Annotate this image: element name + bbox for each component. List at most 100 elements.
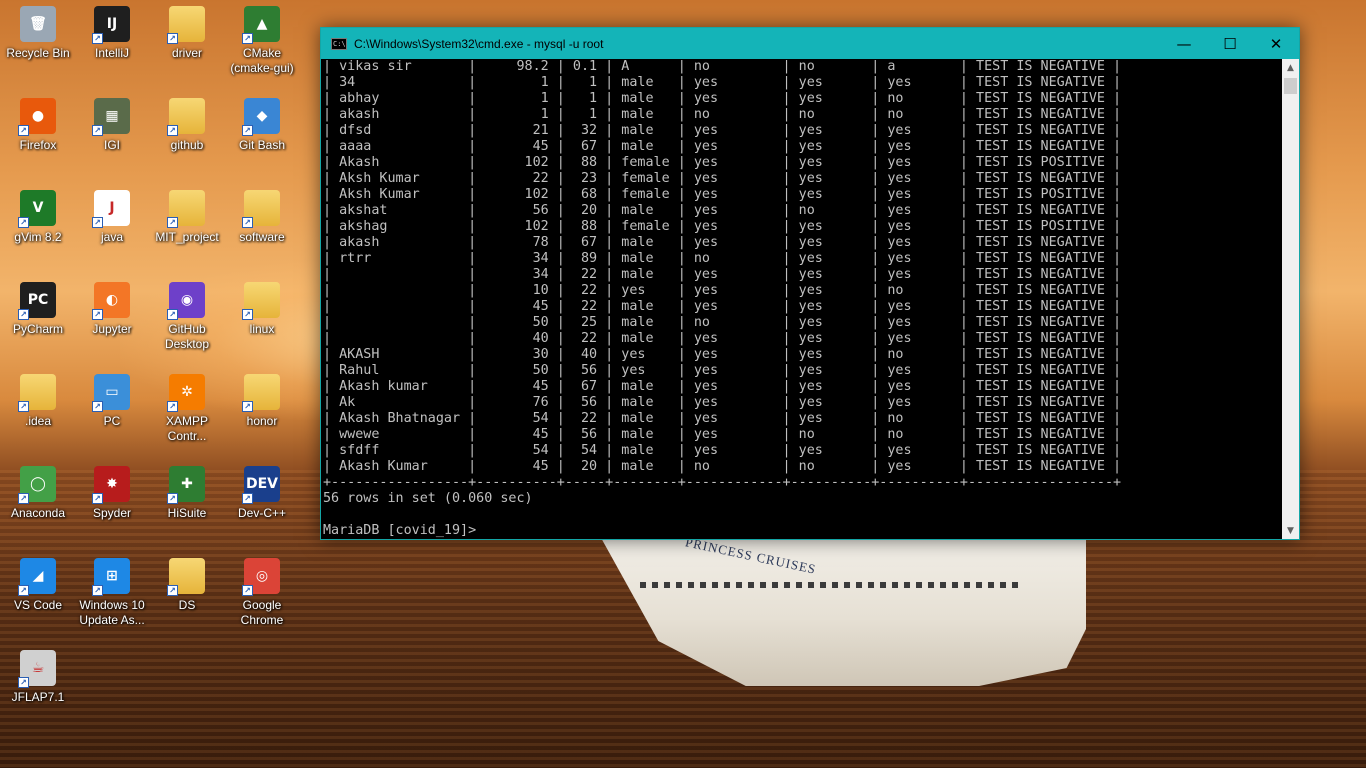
desktop-icon[interactable]: DEV ↗ Dev-C++ <box>224 466 300 521</box>
anaconda-icon: ◯ ↗ <box>18 466 56 504</box>
desktop-icon[interactable]: ◎ ↗ Google Chrome <box>224 558 300 628</box>
desktop-icon-label: honor <box>246 414 278 428</box>
desktop-icon-label: gVim 8.2 <box>14 230 62 244</box>
desktop-icon[interactable]: ☕ ↗ JFLAP7.1 <box>0 650 76 705</box>
command-prompt[interactable]: MariaDB [covid_19]> <box>323 523 1283 539</box>
desktop-icon[interactable]: ↗ honor <box>224 374 300 429</box>
shortcut-arrow-icon: ↗ <box>242 33 253 44</box>
close-button[interactable]: ✕ <box>1253 28 1299 59</box>
jflap-icon: ☕ ↗ <box>18 650 56 688</box>
maximize-button[interactable]: ☐ <box>1207 28 1253 59</box>
table-row: | akash | 78 | 67 | male | yes | yes | y… <box>323 235 1122 250</box>
shortcut-arrow-icon: ↗ <box>242 585 253 596</box>
shortcut-arrow-icon: ↗ <box>18 677 29 688</box>
table-row: | abhay | 1 | 1 | male | yes | yes | no … <box>323 91 1122 106</box>
pc-icon: ▭ ↗ <box>92 374 130 412</box>
shortcut-arrow-icon: ↗ <box>92 401 103 412</box>
folder-icon: ↗ <box>242 282 280 320</box>
desktop-icon[interactable]: ↗ .idea <box>0 374 76 429</box>
github-desktop-icon: ◉ ↗ <box>167 282 205 320</box>
firefox-icon: ● ↗ <box>18 98 56 136</box>
folder-icon: ↗ <box>242 374 280 412</box>
desktop-icon-label: driver <box>171 46 202 60</box>
desktop-icon[interactable]: ✲ ↗ XAMPP Contr... <box>149 374 225 444</box>
desktop-icon[interactable]: ◢ ↗ VS Code <box>0 558 76 613</box>
shortcut-arrow-icon: ↗ <box>92 217 103 228</box>
minimize-button[interactable]: — <box>1161 28 1207 59</box>
shortcut-arrow-icon: ↗ <box>92 309 103 320</box>
shortcut-arrow-icon: ↗ <box>18 585 29 596</box>
table-row: | akash | 1 | 1 | male | no | no | no | … <box>323 107 1122 122</box>
windows-update-icon: ⊞ ↗ <box>92 558 130 596</box>
desktop-icon[interactable]: PC ↗ PyCharm <box>0 282 76 337</box>
window-title: C:\Windows\System32\cmd.exe - mysql -u r… <box>354 36 604 51</box>
desktop-icon[interactable]: ◉ ↗ GitHub Desktop <box>149 282 225 352</box>
desktop-icon-label: IntelliJ <box>94 46 129 60</box>
desktop-icon-label: JFLAP7.1 <box>11 690 65 704</box>
desktop-icon[interactable]: ↗ software <box>224 190 300 245</box>
scroll-up-icon[interactable]: ▲ <box>1282 59 1299 76</box>
desktop-icon[interactable]: ◆ ↗ Git Bash <box>224 98 300 153</box>
devcpp-icon: DEV ↗ <box>242 466 280 504</box>
desktop-icon[interactable]: ▭ ↗ PC <box>74 374 150 429</box>
desktop-icon[interactable]: ↗ MIT_project <box>149 190 225 245</box>
desktop-icon[interactable]: V ↗ gVim 8.2 <box>0 190 76 245</box>
desktop-icon-label: Firefox <box>19 138 57 152</box>
folder-icon: ↗ <box>167 98 205 136</box>
folder-icon: ↗ <box>167 6 205 44</box>
desktop-icon-label: VS Code <box>13 598 63 612</box>
desktop-icon[interactable]: J ↗ java <box>74 190 150 245</box>
table-border: +-----------------+----------+-----+----… <box>323 475 1122 490</box>
desktop-icon[interactable]: ◐ ↗ Jupyter <box>74 282 150 337</box>
table-row: | akshat | 56 | 20 | male | yes | no | y… <box>323 203 1122 218</box>
shortcut-arrow-icon: ↗ <box>18 217 29 228</box>
desktop-icon[interactable]: ↗ DS <box>149 558 225 613</box>
shortcut-arrow-icon: ↗ <box>242 217 253 228</box>
shortcut-arrow-icon: ↗ <box>92 585 103 596</box>
table-row: | | 10 | 22 | yes | yes | yes | no | TES… <box>323 283 1122 298</box>
desktop-icon[interactable]: ◯ ↗ Anaconda <box>0 466 76 521</box>
cmd-window[interactable]: C:\ C:\Windows\System32\cmd.exe - mysql … <box>320 27 1300 540</box>
table-row: | | 40 | 22 | male | yes | yes | yes | T… <box>323 331 1122 346</box>
desktop-icon-label: DS <box>178 598 196 612</box>
desktop-icon[interactable]: ↗ driver <box>149 6 225 61</box>
desktop-icon[interactable]: 🗑 Recycle Bin <box>0 6 76 61</box>
desktop-icon-label: Anaconda <box>10 506 66 520</box>
vertical-scrollbar[interactable]: ▲ ▼ <box>1282 59 1299 539</box>
table-row: | wwewe | 45 | 56 | male | yes | no | no… <box>323 427 1122 442</box>
java-icon: J ↗ <box>92 190 130 228</box>
table-row: | dfsd | 21 | 32 | male | yes | yes | ye… <box>323 123 1122 138</box>
desktop-icon[interactable]: IJ ↗ IntelliJ <box>74 6 150 61</box>
table-row: | Rahul | 50 | 56 | yes | yes | yes | ye… <box>323 363 1122 378</box>
shortcut-arrow-icon: ↗ <box>167 33 178 44</box>
scroll-down-icon[interactable]: ▼ <box>1282 522 1299 539</box>
desktop-icon-label: PyCharm <box>12 322 63 336</box>
desktop-icon[interactable]: ✸ ↗ Spyder <box>74 466 150 521</box>
shortcut-arrow-icon: ↗ <box>167 217 178 228</box>
window-titlebar[interactable]: C:\ C:\Windows\System32\cmd.exe - mysql … <box>321 28 1299 59</box>
table-row: | akshag | 102 | 88 | female | yes | yes… <box>323 219 1122 234</box>
desktop-icon-label: Google Chrome <box>240 598 284 627</box>
desktop-icon[interactable]: ▦ ↗ IGI <box>74 98 150 153</box>
table-row: | 34 | 1 | 1 | male | yes | yes | yes | … <box>323 75 1122 90</box>
desktop-icon-label: IGI <box>103 138 120 152</box>
desktop-icon[interactable]: ✚ ↗ HiSuite <box>149 466 225 521</box>
desktop-icon-label: software <box>239 230 285 244</box>
table-row: | aaaa | 45 | 67 | male | yes | yes | ye… <box>323 139 1122 154</box>
scroll-thumb[interactable] <box>1284 78 1297 94</box>
desktop-icon-label: PC <box>103 414 121 428</box>
table-row: | AKASH | 30 | 40 | yes | yes | yes | no… <box>323 347 1122 362</box>
desktop-icon-label: java <box>100 230 123 244</box>
console-output[interactable]: | vikas sir | 98.2 | 0.1 | A | no | no |… <box>323 59 1283 539</box>
shortcut-arrow-icon: ↗ <box>18 125 29 136</box>
desktop-icon[interactable]: ↗ github <box>149 98 225 153</box>
desktop-icon[interactable]: ⊞ ↗ Windows 10 Update As... <box>74 558 150 628</box>
shortcut-arrow-icon: ↗ <box>18 309 29 320</box>
desktop-icon[interactable]: ● ↗ Firefox <box>0 98 76 153</box>
shortcut-arrow-icon: ↗ <box>167 493 178 504</box>
desktop-icon[interactable]: ▲ ↗ CMake (cmake-gui) <box>224 6 300 76</box>
desktop-icon-label: linux <box>249 322 275 336</box>
desktop-icon-label: GitHub Desktop <box>164 322 210 351</box>
shortcut-arrow-icon: ↗ <box>167 401 178 412</box>
desktop-icon[interactable]: ↗ linux <box>224 282 300 337</box>
